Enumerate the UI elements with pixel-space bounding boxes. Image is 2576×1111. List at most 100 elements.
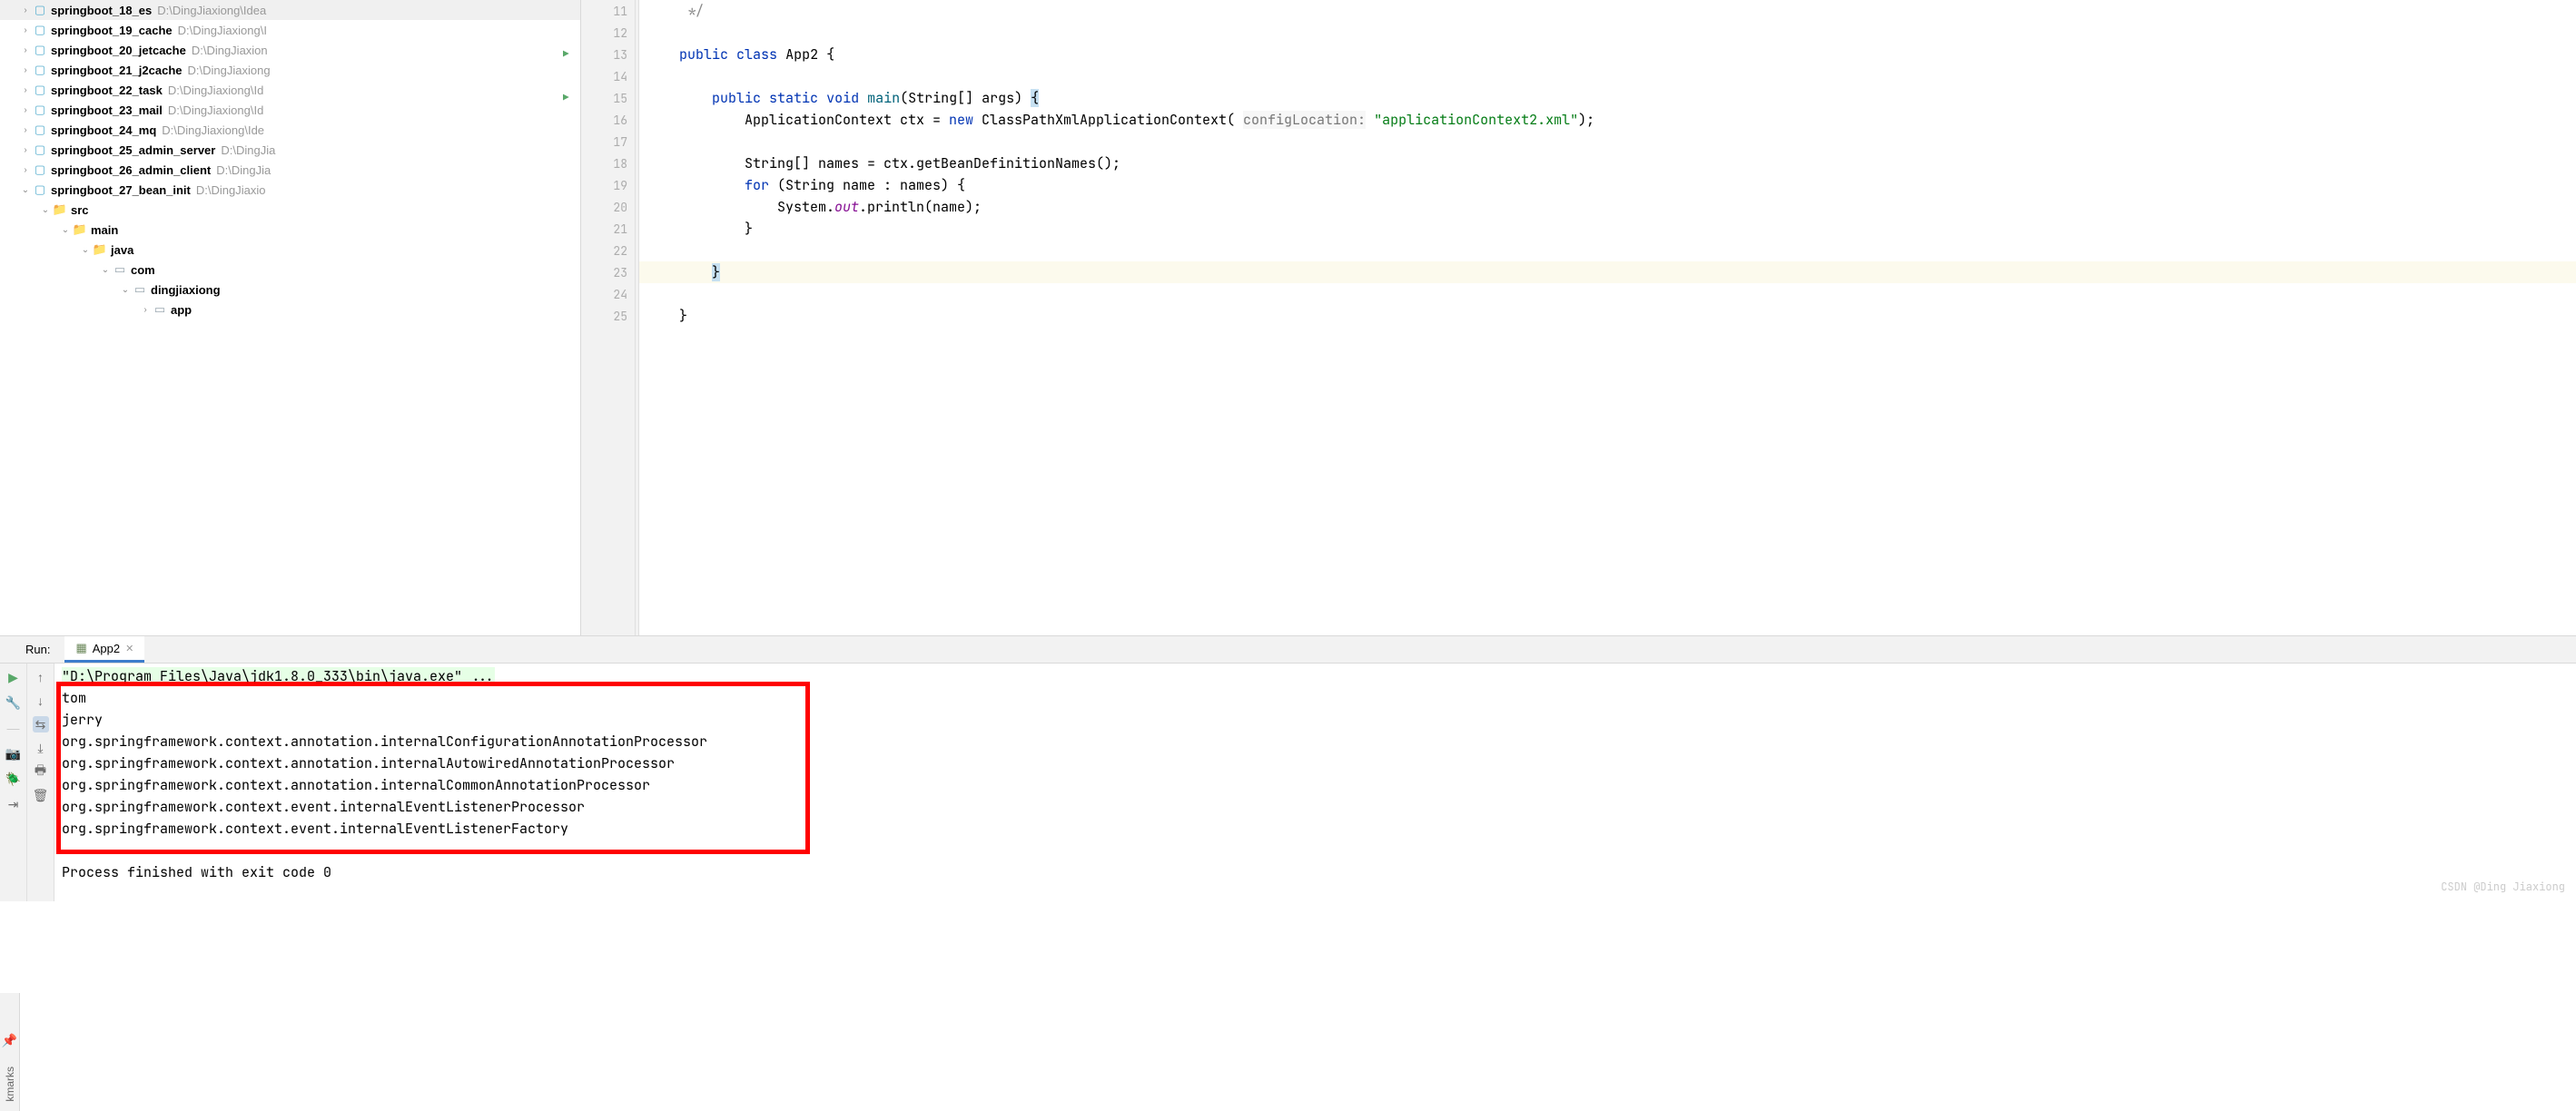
line-number[interactable]: ▶13 — [581, 44, 635, 65]
line-number[interactable]: 25 — [581, 305, 635, 327]
tree-item[interactable]: ⌄📁main — [0, 220, 580, 240]
chevron-icon[interactable]: › — [18, 45, 33, 55]
scroll-end-icon[interactable]: ⤓ — [33, 740, 49, 756]
chevron-icon[interactable]: ⌄ — [98, 265, 113, 275]
tree-item-path: D:\DingJiaxiong\Idea — [157, 4, 266, 17]
folder-icon: ▢ — [33, 103, 47, 117]
chevron-icon[interactable]: › — [18, 5, 33, 15]
tree-item[interactable]: ›▢springboot_25_admin_serverD:\DingJia — [0, 140, 580, 160]
chevron-icon[interactable]: › — [18, 125, 33, 135]
console-output[interactable]: "D:\Program Files\Java\jdk1.8.0_333\bin\… — [54, 664, 2576, 901]
run-tab[interactable]: ▦ App2 ✕ — [64, 636, 144, 663]
folder-icon: ▭ — [153, 302, 167, 317]
chevron-icon[interactable]: › — [18, 165, 33, 175]
folder-icon: ▢ — [33, 182, 47, 197]
trash-icon[interactable]: 🗑 — [33, 787, 49, 803]
tree-item-name: springboot_18_es — [51, 4, 152, 17]
line-number[interactable]: 22 — [581, 240, 635, 261]
tree-item-path: D:\DingJiaxio — [196, 183, 266, 197]
bug-icon[interactable]: 🪲 — [5, 771, 22, 787]
console-line: org.springframework.context.annotation.i… — [54, 752, 2576, 774]
run-line-icon[interactable]: ▶ — [563, 48, 569, 61]
wrench-icon[interactable]: 🔧 — [5, 694, 22, 711]
kw: class — [736, 45, 777, 64]
tree-item-path: D:\DingJiaxiong\I — [178, 24, 267, 37]
line-number[interactable]: 19 — [581, 174, 635, 196]
line-number[interactable]: ▶15 — [581, 87, 635, 109]
tree-item[interactable]: ⌄▭com — [0, 260, 580, 280]
run-panel: Run: ▦ App2 ✕ ▶ 🔧 — 📷 🪲 ⇥ ↑ ↓ ⇆ ⤓ 🖶 🗑 "D… — [0, 635, 2576, 901]
close-icon[interactable]: ✕ — [125, 643, 133, 654]
run-toolbar-left: ▶ 🔧 — 📷 🪲 ⇥ — [0, 664, 27, 901]
code: ApplicationContext ctx = — [646, 111, 949, 129]
kw: new — [949, 111, 973, 129]
editor-gutter-wrap: 1112▶1314▶1516171819202122232425 — [581, 0, 639, 635]
chevron-icon[interactable]: ⌄ — [18, 185, 33, 195]
tree-item-name: dingjiaxiong — [151, 283, 221, 297]
tree-item[interactable]: ›▢springboot_24_mqD:\DingJiaxiong\Ide — [0, 120, 580, 140]
chevron-icon[interactable]: ⌄ — [118, 285, 133, 295]
line-number[interactable]: 20 — [581, 196, 635, 218]
tree-item[interactable]: ›▢springboot_18_esD:\DingJiaxiong\Idea — [0, 0, 580, 20]
line-number[interactable]: 14 — [581, 65, 635, 87]
bookmarks-tab[interactable]: kmarks — [4, 1067, 16, 1102]
tree-item-path: D:\DingJia — [216, 163, 271, 177]
pin-icon[interactable]: 📌 — [2, 1033, 17, 1048]
chevron-icon[interactable]: ⌄ — [58, 225, 73, 235]
string: "applicationContext2.xml" — [1374, 111, 1578, 129]
chevron-icon[interactable]: ⌄ — [78, 245, 93, 255]
tree-item[interactable]: ›▭app — [0, 300, 580, 320]
line-number[interactable]: 17 — [581, 131, 635, 152]
chevron-icon[interactable]: › — [138, 305, 153, 315]
folder-icon: ▢ — [33, 123, 47, 137]
sep-icon: — — [5, 720, 22, 736]
tree-item[interactable]: ›▢springboot_21_j2cacheD:\DingJiaxiong — [0, 60, 580, 80]
kw: void — [826, 89, 859, 107]
rerun-icon[interactable]: ▶ — [5, 669, 22, 685]
tree-item[interactable]: ⌄📁java — [0, 240, 580, 260]
tree-item[interactable]: ⌄▭dingjiaxiong — [0, 280, 580, 300]
tree-item-path: D:\DingJiaxiong\Id — [168, 103, 264, 117]
tree-item[interactable]: ⌄▢springboot_27_bean_initD:\DingJiaxio — [0, 180, 580, 200]
tree-item[interactable]: ›▢springboot_20_jetcacheD:\DingJiaxion — [0, 40, 580, 60]
chevron-icon[interactable]: › — [18, 145, 33, 155]
run-toolbar-right: ↑ ↓ ⇆ ⤓ 🖶 🗑 — [27, 664, 54, 901]
run-body: ▶ 🔧 — 📷 🪲 ⇥ ↑ ↓ ⇆ ⤓ 🖶 🗑 "D:\Program File… — [0, 664, 2576, 901]
line-number[interactable]: 12 — [581, 22, 635, 44]
camera-icon[interactable]: 📷 — [5, 745, 22, 762]
watermark: CSDN @Ding Jiaxiong — [2441, 876, 2565, 898]
run-config-icon: ▦ — [75, 641, 86, 655]
line-number[interactable]: 24 — [581, 283, 635, 305]
down-icon[interactable]: ↓ — [33, 693, 49, 709]
kw: public — [679, 45, 728, 64]
line-number[interactable]: 23 — [581, 261, 635, 283]
brace: { — [1031, 89, 1039, 107]
line-number[interactable]: 18 — [581, 152, 635, 174]
line-number[interactable]: 21 — [581, 218, 635, 240]
chevron-icon[interactable]: ⌄ — [38, 205, 53, 215]
param-hint: configLocation: — [1243, 111, 1366, 129]
up-icon[interactable]: ↑ — [33, 669, 49, 685]
run-header: Run: ▦ App2 ✕ — [0, 636, 2576, 664]
kw: public — [712, 89, 761, 107]
code-editor[interactable]: */ public class App2 { public static voi… — [639, 0, 2576, 635]
project-tree[interactable]: ›▢springboot_18_esD:\DingJiaxiong\Idea›▢… — [0, 0, 581, 635]
line-number[interactable]: 16 — [581, 109, 635, 131]
chevron-icon[interactable]: › — [18, 25, 33, 35]
soft-wrap-icon[interactable]: ⇆ — [33, 716, 49, 732]
chevron-icon[interactable]: › — [18, 85, 33, 95]
console-line: org.springframework.context.event.intern… — [54, 796, 2576, 818]
console-exit: Process finished with exit code 0 — [54, 861, 2576, 883]
tree-item[interactable]: ›▢springboot_22_taskD:\DingJiaxiong\Id — [0, 80, 580, 100]
tree-item[interactable]: ›▢springboot_23_mailD:\DingJiaxiong\Id — [0, 100, 580, 120]
tree-item[interactable]: ⌄📁src — [0, 200, 580, 220]
print-icon[interactable]: 🖶 — [33, 763, 49, 780]
line-number[interactable]: 11 — [581, 0, 635, 22]
gutter[interactable]: 1112▶1314▶1516171819202122232425 — [581, 0, 636, 635]
tree-item[interactable]: ›▢springboot_19_cacheD:\DingJiaxiong\I — [0, 20, 580, 40]
run-line-icon[interactable]: ▶ — [563, 92, 569, 104]
exit-icon[interactable]: ⇥ — [5, 796, 22, 812]
chevron-icon[interactable]: › — [18, 105, 33, 115]
chevron-icon[interactable]: › — [18, 65, 33, 75]
tree-item[interactable]: ›▢springboot_26_admin_clientD:\DingJia — [0, 160, 580, 180]
